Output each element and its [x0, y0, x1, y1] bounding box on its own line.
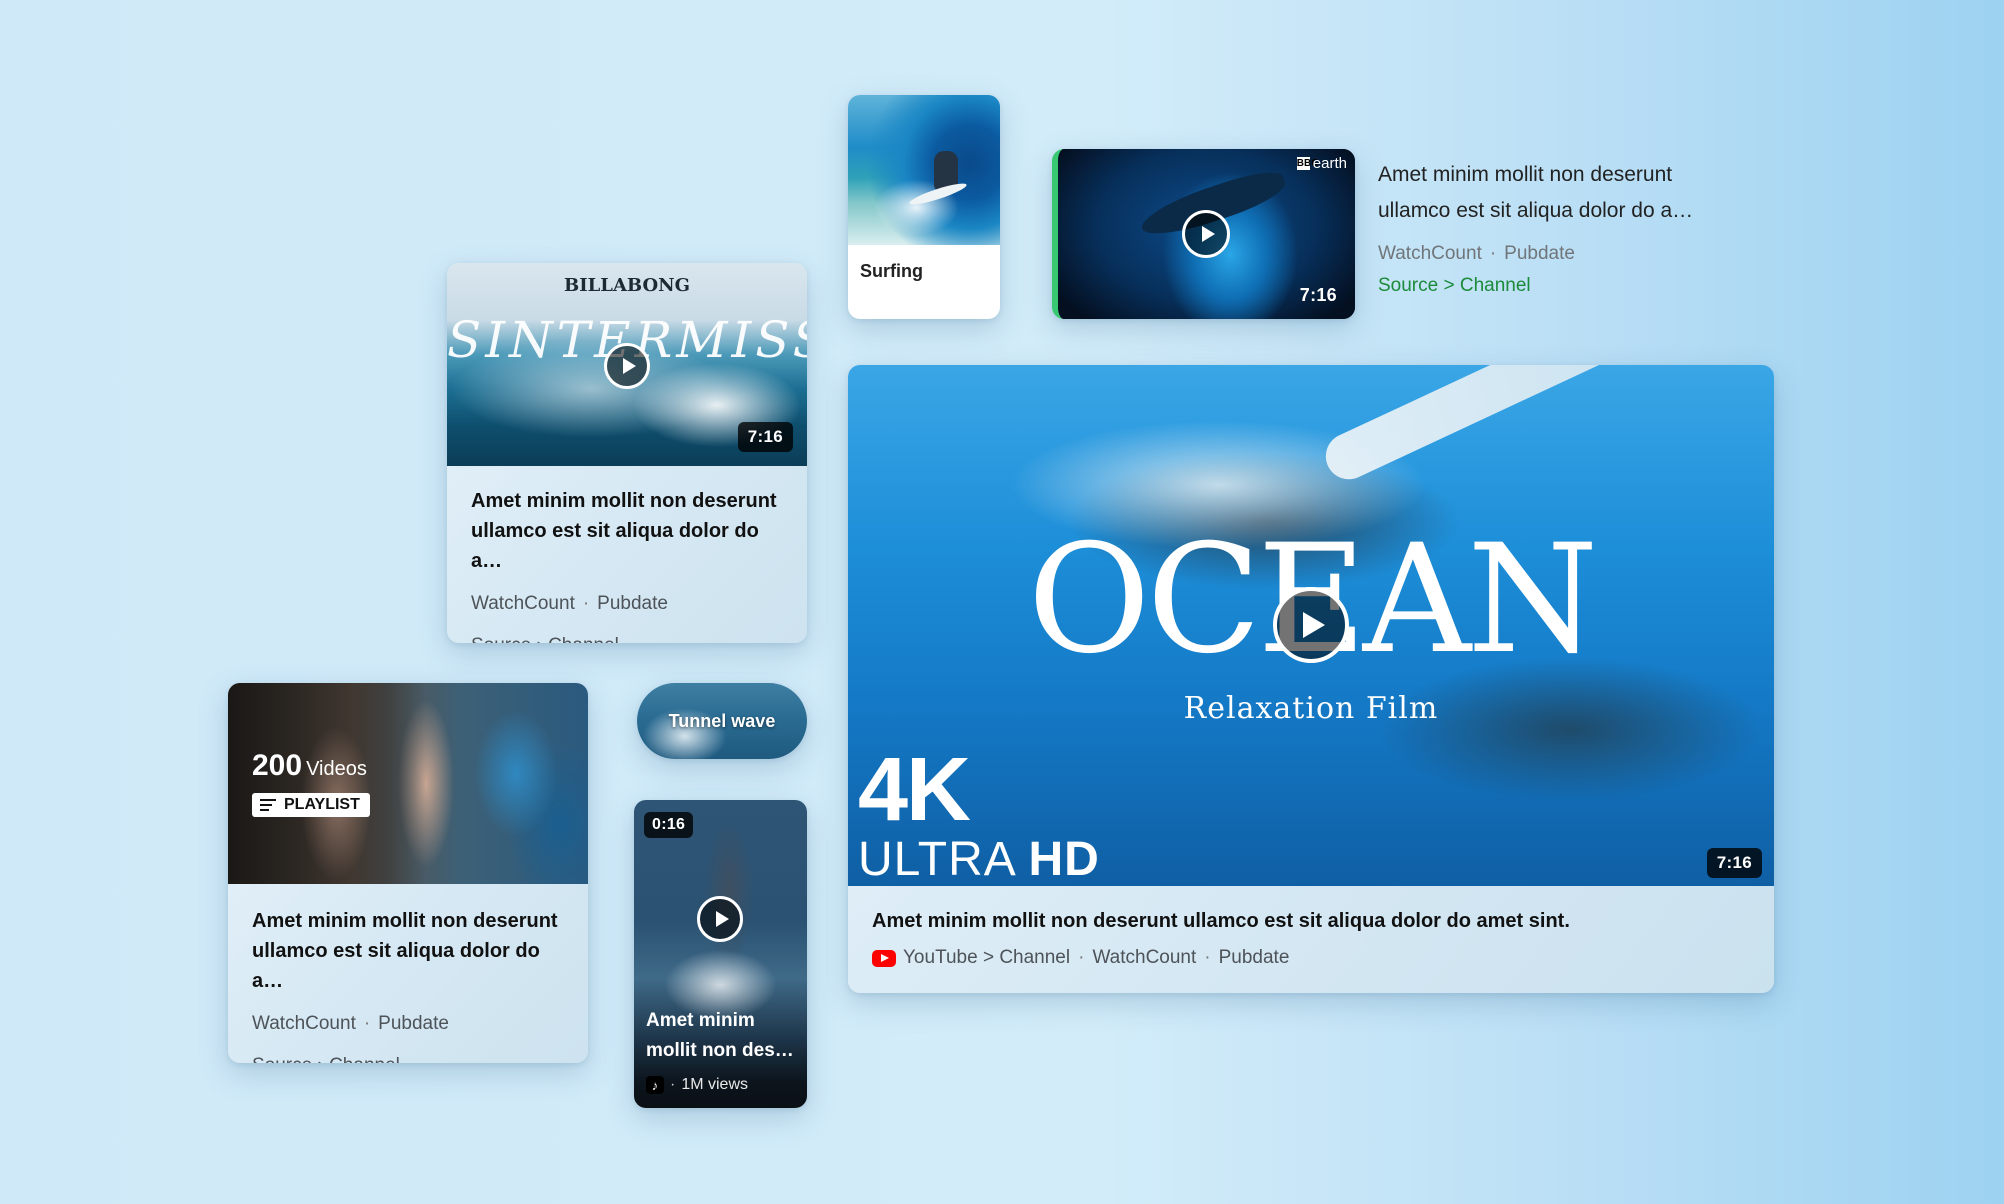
pub-date: Pubdate	[378, 1013, 449, 1034]
video-title[interactable]: Amet minim mollit non deserunt ullamco e…	[1378, 157, 1718, 229]
tiktok-icon: ♪	[646, 1076, 664, 1094]
pub-date: Pubdate	[1218, 947, 1290, 968]
playlist-icon	[260, 799, 278, 811]
topic-chip-tunnel-wave[interactable]: Tunnel wave	[637, 683, 807, 759]
video-card-bbc-thumbnail[interactable]: BBC earth 7:16	[1052, 149, 1355, 319]
hd-word: HD	[1028, 833, 1100, 886]
video-meta: ♪ · 1M views	[646, 1076, 748, 1094]
video-count: 200 Videos	[252, 749, 367, 783]
view-count: 1M views	[681, 1076, 749, 1093]
duration-badge: 0:16	[644, 812, 694, 838]
video-meta: WatchCount · Pubdate	[252, 1010, 564, 1038]
brand-logo: BILLABONG	[564, 275, 690, 296]
thumbnail-shade	[228, 683, 426, 884]
separator-dot: ·	[670, 1076, 676, 1093]
featured-video-card[interactable]: OCEAN Relaxation Film 4K ULTRA HD 7:16 A…	[848, 365, 1774, 993]
ultra-word: ULTRA	[858, 833, 1015, 886]
pub-date: Pubdate	[597, 593, 668, 614]
play-icon[interactable]	[1273, 587, 1349, 663]
playlist-card[interactable]: 200 Videos PLAYLIST Amet minim mollit non…	[228, 683, 588, 1063]
video-thumbnail[interactable]: BILLABONG SINTERMISSION 7:16	[447, 263, 807, 466]
duration-badge: 7:16	[737, 422, 793, 452]
video-count-number: 200	[252, 749, 303, 782]
video-title[interactable]: Amet minim mollit non des…	[646, 1006, 797, 1066]
video-meta: WatchCount · Pubdate	[1378, 243, 1718, 265]
youtube-icon	[872, 949, 896, 967]
separator-dot: ·	[363, 1013, 371, 1034]
bbc-box: BBC	[1296, 157, 1319, 170]
bbc-earth-logo: BBC earth	[1296, 155, 1347, 172]
video-card-bbc-info: Amet minim mollit non deserunt ullamco e…	[1378, 157, 1718, 297]
canvas: BILLABONG SINTERMISSION 7:16 Amet minim …	[0, 0, 2004, 1204]
video-meta: WatchCount · Pubdate	[471, 590, 783, 618]
topic-chip-label: Tunnel wave	[668, 710, 776, 731]
card-body: Amet minim mollit non deserunt ullamco e…	[848, 886, 1774, 992]
bbc-earth-text: earth	[1312, 155, 1347, 172]
watch-count: WatchCount	[471, 593, 575, 614]
video-meta: YouTube > Channel · WatchCount · Pubdate	[872, 944, 1750, 972]
playlist-badge-label: PLAYLIST	[284, 796, 360, 813]
separator-dot: ·	[1204, 947, 1211, 968]
topic-card-surfing[interactable]: Surfing	[848, 95, 1000, 319]
playlist-thumbnail[interactable]: 200 Videos PLAYLIST	[228, 683, 588, 884]
separator-dot: ·	[1078, 947, 1085, 968]
video-title[interactable]: Amet minim mollit non deserunt ullamco e…	[252, 906, 564, 996]
duration-badge: 7:16	[1706, 848, 1762, 878]
pub-date: Pubdate	[1504, 243, 1575, 264]
play-icon[interactable]	[697, 896, 743, 942]
short-video-card[interactable]: 0:16 Amet minim mollit non des… ♪ · 1M v…	[634, 800, 807, 1108]
resolution-text: 4K	[858, 740, 971, 840]
source-channel[interactable]: Source › Channel	[471, 632, 783, 643]
ultra-hd-text: ULTRA HD	[858, 835, 1100, 885]
play-icon[interactable]	[604, 343, 650, 389]
card-body: Amet minim mollit non deserunt ullamco e…	[228, 884, 588, 1063]
playlist-badge: PLAYLIST	[252, 793, 370, 817]
watch-count: WatchCount	[1092, 947, 1197, 968]
play-icon[interactable]	[1182, 210, 1230, 258]
watch-count: WatchCount	[252, 1013, 356, 1034]
source-channel-link[interactable]: Source > Channel	[1378, 275, 1718, 297]
source-channel[interactable]: Source › Channel	[252, 1052, 564, 1063]
duration-badge: 7:16	[1299, 285, 1337, 305]
whale-fin-figure	[1318, 365, 1719, 487]
video-card-surf[interactable]: BILLABONG SINTERMISSION 7:16 Amet minim …	[447, 263, 807, 643]
video-title[interactable]: Amet minim mollit non deserunt ullamco e…	[471, 486, 783, 576]
card-body: Amet minim mollit non deserunt ullamco e…	[447, 466, 807, 643]
separator-dot: ·	[1489, 243, 1497, 264]
separator-dot: ·	[582, 593, 590, 614]
topic-label: Surfing	[860, 261, 923, 281]
video-thumbnail[interactable]: OCEAN Relaxation Film 4K ULTRA HD 7:16	[848, 365, 1774, 886]
video-thumbnail[interactable]: BBC earth 7:16	[1058, 149, 1355, 319]
video-count-word: Videos	[306, 758, 367, 780]
thumbnail-subtitle-text: Relaxation Film	[1183, 691, 1439, 726]
topic-thumbnail	[848, 95, 1000, 245]
source-channel[interactable]: YouTube > Channel	[903, 944, 1070, 972]
video-title[interactable]: Amet minim mollit non deserunt ullamco e…	[872, 906, 1750, 936]
watch-count: WatchCount	[1378, 243, 1482, 264]
